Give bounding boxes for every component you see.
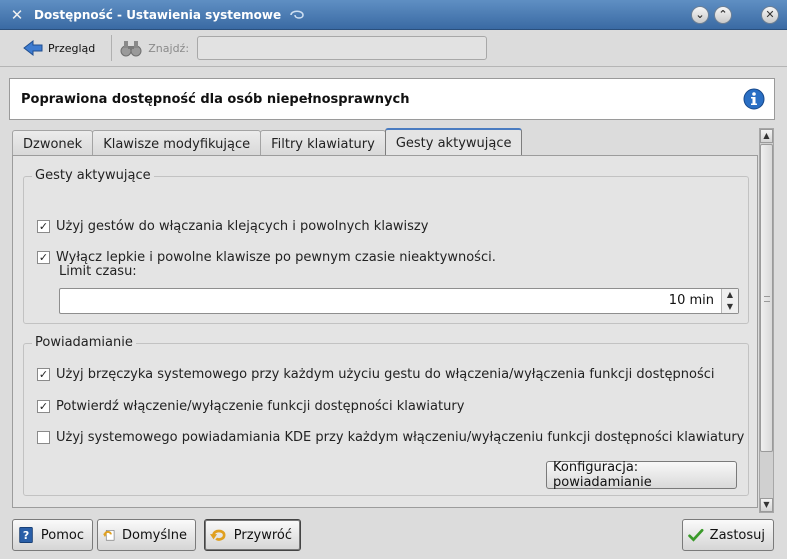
timeout-spinbox[interactable]: 10 min ▲ ▼ [59, 288, 739, 314]
kde-notify-checkbox-row[interactable]: Użyj systemowego powiadamiania KDE przy … [37, 430, 744, 445]
reset-button[interactable]: Przywróć [204, 519, 301, 551]
tab-label: Klawisze modyfikujące [103, 136, 251, 152]
svg-text:?: ? [23, 529, 29, 542]
confirm-label: Potwierdź włączenie/wyłączenie funkcji d… [56, 399, 465, 414]
tab-keyboard-filters[interactable]: Filtry klawiatury [260, 130, 386, 157]
overview-button[interactable]: Przegląd [16, 33, 101, 63]
help-button[interactable]: ? Pomoc [12, 519, 93, 551]
tab-modifier-keys[interactable]: Klawisze modyfikujące [92, 130, 262, 157]
confirm-checkbox[interactable]: ✓ [37, 400, 50, 413]
gestures-group-title: Gesty aktywujące [32, 168, 154, 183]
timeout-label: Limit czasu: [59, 264, 137, 279]
reset-label: Przywróć [233, 527, 292, 543]
use-gestures-checkbox-row[interactable]: ✓ Użyj gestów do włączania klejących i p… [37, 219, 428, 234]
kde-notify-checkbox[interactable] [37, 431, 50, 444]
configure-notifications-button[interactable]: Konfiguracja: powiadamianie [546, 460, 737, 490]
undo-document-icon [103, 530, 115, 541]
help-icon: ? [19, 526, 33, 544]
disable-after-timeout-checkbox-row[interactable]: ✓ Wyłącz lepkie i powolne klawisze po pe… [37, 250, 496, 265]
overview-label: Przegląd [48, 41, 96, 55]
check-icon [688, 528, 704, 542]
settings-window: ✕ Dostępność - Ustawienia systemowe ⌄ ⌃ … [0, 0, 787, 559]
beep-checkbox[interactable]: ✓ [37, 368, 50, 381]
apply-label: Zastosuj [709, 527, 765, 543]
maximize-button[interactable]: ⌃ [714, 6, 732, 24]
help-label: Pomoc [40, 527, 84, 543]
info-icon[interactable] [743, 88, 765, 110]
tools-icon[interactable]: ✕ [6, 4, 28, 26]
disable-after-timeout-checkbox[interactable]: ✓ [37, 251, 50, 264]
tab-label: Gesty aktywujące [395, 136, 512, 151]
title-bar[interactable]: ✕ Dostępność - Ustawienia systemowe ⌄ ⌃ … [0, 0, 787, 30]
kde-notify-label: Użyj systemowego powiadamiania KDE przy … [56, 430, 745, 445]
gestures-group: Gesty aktywujące ✓ Użyj gestów do włącza… [23, 168, 749, 324]
beep-checkbox-row[interactable]: ✓ Użyj brzęczyka systemowego przy każdym… [37, 367, 714, 382]
tab-content: Gesty aktywujące ✓ Użyj gestów do włącza… [12, 155, 758, 508]
use-gestures-label: Użyj gestów do włączania klejących i pow… [56, 219, 429, 234]
toolbar: Przegląd Znajdź: [0, 30, 787, 67]
tab-bell[interactable]: Dzwonek [12, 130, 94, 157]
notify-group-title: Powiadamianie [32, 335, 136, 350]
binoculars-icon [120, 41, 142, 57]
confirm-checkbox-row[interactable]: ✓ Potwierdź włączenie/wyłączenie funkcji… [37, 399, 464, 414]
search-label: Znajdź: [148, 41, 190, 55]
spin-down-icon[interactable]: ▼ [722, 301, 738, 313]
module-title: Poprawiona dostępność dla osób niepełnos… [21, 91, 410, 107]
grip-icon [764, 296, 770, 302]
disable-after-timeout-label: Wyłącz lepkie i powolne klawisze po pewn… [56, 250, 496, 265]
timeout-value: 10 min [668, 293, 714, 308]
search-input[interactable] [197, 36, 488, 60]
configure-notifications-label: Konfiguracja: powiadamianie [553, 460, 652, 490]
apply-button[interactable]: Zastosuj [682, 519, 774, 551]
swirl-icon [290, 10, 304, 19]
undo-icon [210, 529, 226, 541]
module-header: Poprawiona dostępność dla osób niepełnos… [9, 78, 775, 120]
vertical-scrollbar[interactable]: ▲ ▼ [759, 128, 774, 513]
back-arrow-icon [23, 39, 43, 57]
window-title: Dostępność - Ustawienia systemowe [34, 7, 282, 22]
notify-group: Powiadamianie ✓ Użyj brzęczyka systemowe… [23, 335, 749, 496]
dialog-buttons: ? Pomoc Domyślne Przywróć Zastosuj [0, 512, 787, 559]
tab-label: Dzwonek [23, 136, 83, 152]
tab-activation-gestures[interactable]: Gesty aktywujące [384, 128, 523, 157]
use-gestures-checkbox[interactable]: ✓ [37, 220, 50, 233]
toolbar-separator [111, 35, 113, 61]
minimize-button[interactable]: ⌄ [691, 6, 709, 24]
beep-label: Użyj brzęczyka systemowego przy każdym u… [56, 367, 715, 382]
spinbox-arrows: ▲ ▼ [721, 289, 738, 313]
defaults-label: Domyślne [122, 527, 187, 543]
scroll-down-icon[interactable]: ▼ [760, 498, 773, 512]
close-button[interactable]: ✕ [761, 6, 779, 24]
defaults-button[interactable]: Domyślne [97, 519, 196, 551]
scroll-up-icon[interactable]: ▲ [760, 129, 773, 143]
tab-bar: Dzwonek Klawisze modyfikujące Filtry kla… [12, 128, 523, 157]
search-area: Znajdź: [120, 36, 488, 60]
tab-label: Filtry klawiatury [271, 136, 375, 152]
spin-up-icon[interactable]: ▲ [722, 289, 738, 301]
scroll-thumb[interactable] [760, 144, 773, 452]
